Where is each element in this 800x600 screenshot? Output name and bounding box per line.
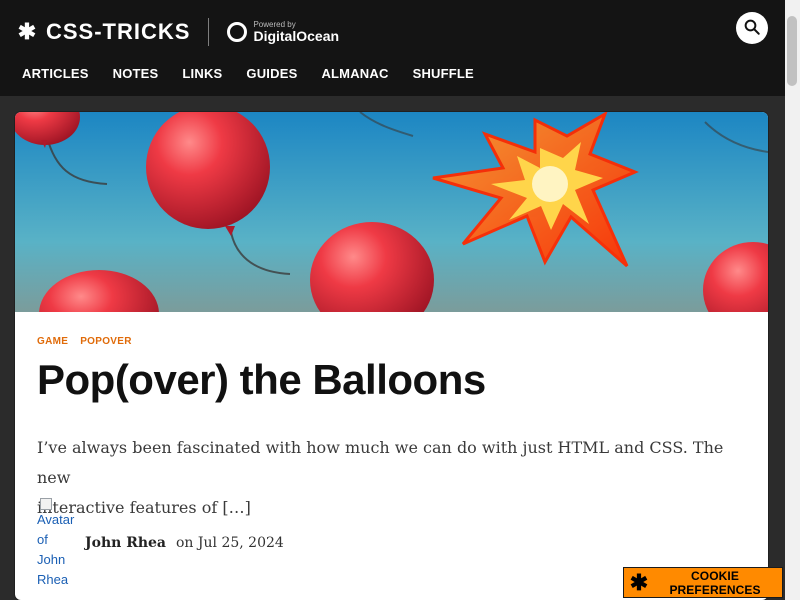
search-icon <box>743 18 761 39</box>
nav-item-almanac[interactable]: ALMANAC <box>321 66 388 81</box>
nav-item-links[interactable]: LINKS <box>182 66 222 81</box>
digitalocean-logo-icon <box>227 22 248 42</box>
digitalocean-name: DigitalOcean <box>253 28 340 44</box>
article-card: GAME POPOVER Pop(over) the Balloons I’ve… <box>15 112 768 600</box>
scrollbar[interactable] <box>785 0 800 600</box>
article-title[interactable]: Pop(over) the Balloons <box>37 359 747 401</box>
brand[interactable]: ✱ CSS-TRICKS Powered by DigitalOcean <box>18 18 339 46</box>
tag-game[interactable]: GAME <box>37 336 68 347</box>
publish-date: on Jul 25, 2024 <box>176 535 284 551</box>
search-button[interactable] <box>736 12 768 44</box>
avatar-alt-text: Avatar of John Rhea <box>37 512 75 587</box>
asterisk-icon: ✱ <box>629 569 649 595</box>
nav-item-notes[interactable]: NOTES <box>113 66 159 81</box>
nav-item-shuffle[interactable]: SHUFFLE <box>413 66 474 81</box>
article-content: GAME POPOVER Pop(over) the Balloons I’ve… <box>37 336 747 523</box>
brand-wordmark: CSS-TRICKS <box>46 19 191 44</box>
scrollbar-thumb[interactable] <box>787 16 797 86</box>
tag-list: GAME POPOVER <box>37 336 747 347</box>
tag-popover[interactable]: POPOVER <box>80 336 132 347</box>
asterisk-icon: ✱ <box>17 19 37 44</box>
article-excerpt-line-1: I’ve always been fascinated with how muc… <box>37 438 724 487</box>
nav-item-guides[interactable]: GUIDES <box>246 66 297 81</box>
brand-divider <box>208 18 210 46</box>
broken-image-icon <box>40 498 52 510</box>
author-name[interactable]: John Rhea <box>85 535 166 551</box>
site-header: ✱ CSS-TRICKS Powered by DigitalOcean ART… <box>0 0 785 96</box>
cookie-preferences-button[interactable]: ✱ COOKIE PREFERENCES <box>623 567 783 598</box>
cookie-preferences-label: COOKIE PREFERENCES <box>669 568 761 597</box>
author-avatar: Avatar of John Rhea <box>37 498 75 588</box>
article-hero-image <box>15 112 768 358</box>
powered-by-text: Powered by DigitalOcean <box>253 21 340 44</box>
powered-by-digitalocean[interactable]: Powered by DigitalOcean <box>227 21 339 43</box>
nav-item-articles[interactable]: ARTICLES <box>22 66 89 81</box>
primary-nav: ARTICLES NOTES LINKS GUIDES ALMANAC SHUF… <box>22 66 474 81</box>
